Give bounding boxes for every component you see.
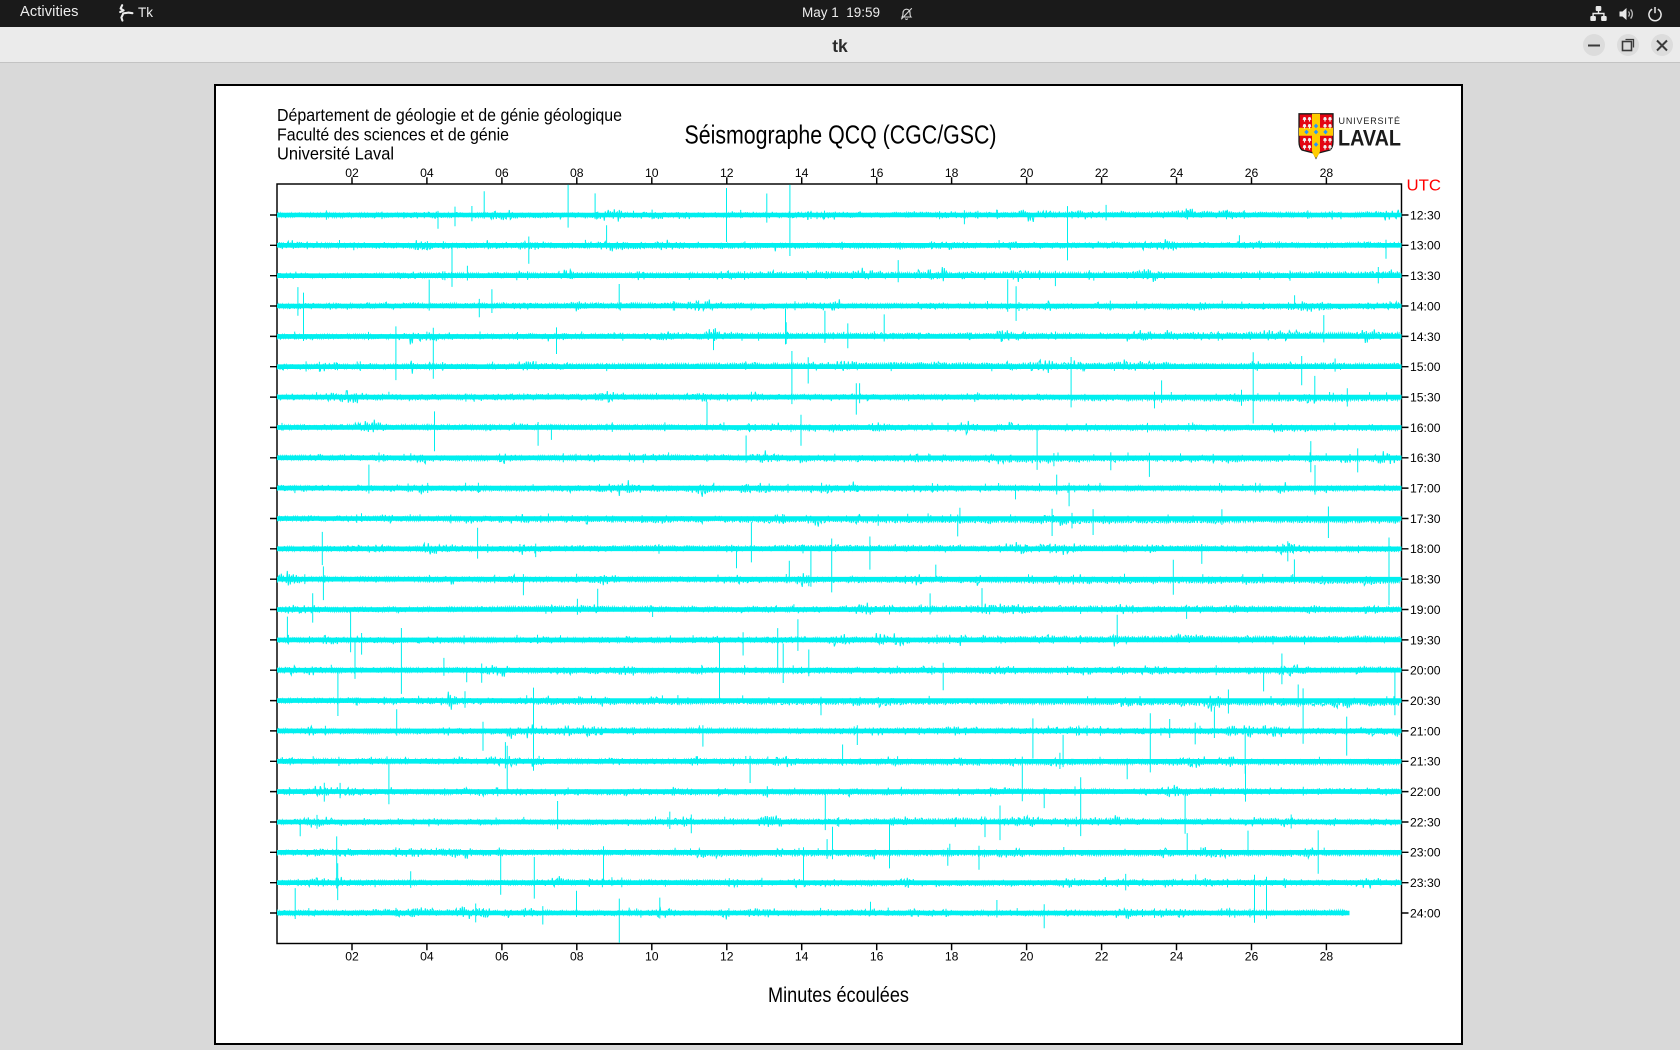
svg-text:02: 02 xyxy=(345,166,359,180)
svg-text:18: 18 xyxy=(945,950,959,964)
svg-text:08: 08 xyxy=(570,950,584,964)
svg-text:20:00: 20:00 xyxy=(1410,664,1441,678)
svg-text:16: 16 xyxy=(870,166,884,180)
svg-text:06: 06 xyxy=(495,166,509,180)
svg-text:26: 26 xyxy=(1245,166,1259,180)
svg-text:LAVAL: LAVAL xyxy=(1338,126,1401,151)
svg-text:26: 26 xyxy=(1245,950,1259,964)
svg-text:18: 18 xyxy=(945,166,959,180)
svg-text:13:30: 13:30 xyxy=(1410,269,1441,283)
svg-text:22:00: 22:00 xyxy=(1410,785,1441,799)
svg-text:20:30: 20:30 xyxy=(1410,694,1441,708)
svg-text:Minutes écoulées: Minutes écoulées xyxy=(768,983,909,1007)
svg-text:12: 12 xyxy=(720,950,734,964)
svg-text:24: 24 xyxy=(1170,950,1184,964)
svg-text:17:30: 17:30 xyxy=(1410,512,1441,526)
svg-text:16:00: 16:00 xyxy=(1410,421,1441,435)
svg-text:17:00: 17:00 xyxy=(1410,482,1441,496)
svg-text:06: 06 xyxy=(495,950,509,964)
svg-text:23:30: 23:30 xyxy=(1410,876,1441,890)
svg-text:15:00: 15:00 xyxy=(1410,360,1441,374)
svg-text:15:30: 15:30 xyxy=(1410,391,1441,405)
svg-text:19:30: 19:30 xyxy=(1410,633,1441,647)
svg-text:12:30: 12:30 xyxy=(1410,208,1441,222)
svg-text:08: 08 xyxy=(570,166,584,180)
svg-text:Université Laval: Université Laval xyxy=(277,144,394,164)
svg-text:20: 20 xyxy=(1020,166,1034,180)
svg-text:14:30: 14:30 xyxy=(1410,330,1441,344)
svg-text:04: 04 xyxy=(420,950,434,964)
svg-text:12: 12 xyxy=(720,166,734,180)
svg-text:04: 04 xyxy=(420,166,434,180)
svg-text:13:00: 13:00 xyxy=(1410,239,1441,253)
svg-text:24:00: 24:00 xyxy=(1410,906,1441,920)
svg-text:22: 22 xyxy=(1095,166,1109,180)
svg-text:02: 02 xyxy=(345,950,359,964)
svg-text:22: 22 xyxy=(1095,950,1109,964)
svg-text:Faculté des sciences et de gén: Faculté des sciences et de génie xyxy=(277,124,509,144)
svg-text:18:00: 18:00 xyxy=(1410,542,1441,556)
svg-text:16: 16 xyxy=(870,950,884,964)
svg-text:19:00: 19:00 xyxy=(1410,603,1441,617)
svg-text:UTC: UTC xyxy=(1407,178,1442,195)
svg-text:28: 28 xyxy=(1320,950,1334,964)
svg-text:21:00: 21:00 xyxy=(1410,724,1441,738)
svg-text:24: 24 xyxy=(1170,166,1184,180)
svg-text:16:30: 16:30 xyxy=(1410,451,1441,465)
svg-text:23:00: 23:00 xyxy=(1410,846,1441,860)
svg-text:21:30: 21:30 xyxy=(1410,755,1441,769)
svg-text:14: 14 xyxy=(795,166,809,180)
svg-text:UNIVERSITÉ: UNIVERSITÉ xyxy=(1339,116,1401,126)
svg-text:Département de géologie et de: Département de géologie et de génie géol… xyxy=(277,105,622,125)
svg-text:Séismographe QCQ (CGC/GSC): Séismographe QCQ (CGC/GSC) xyxy=(685,120,997,150)
svg-text:10: 10 xyxy=(645,166,659,180)
svg-text:10: 10 xyxy=(645,950,659,964)
svg-text:22:30: 22:30 xyxy=(1410,815,1441,829)
svg-text:14: 14 xyxy=(795,950,809,964)
svg-text:20: 20 xyxy=(1020,950,1034,964)
svg-text:18:30: 18:30 xyxy=(1410,573,1441,587)
svg-text:14:00: 14:00 xyxy=(1410,299,1441,313)
svg-text:28: 28 xyxy=(1320,166,1334,180)
